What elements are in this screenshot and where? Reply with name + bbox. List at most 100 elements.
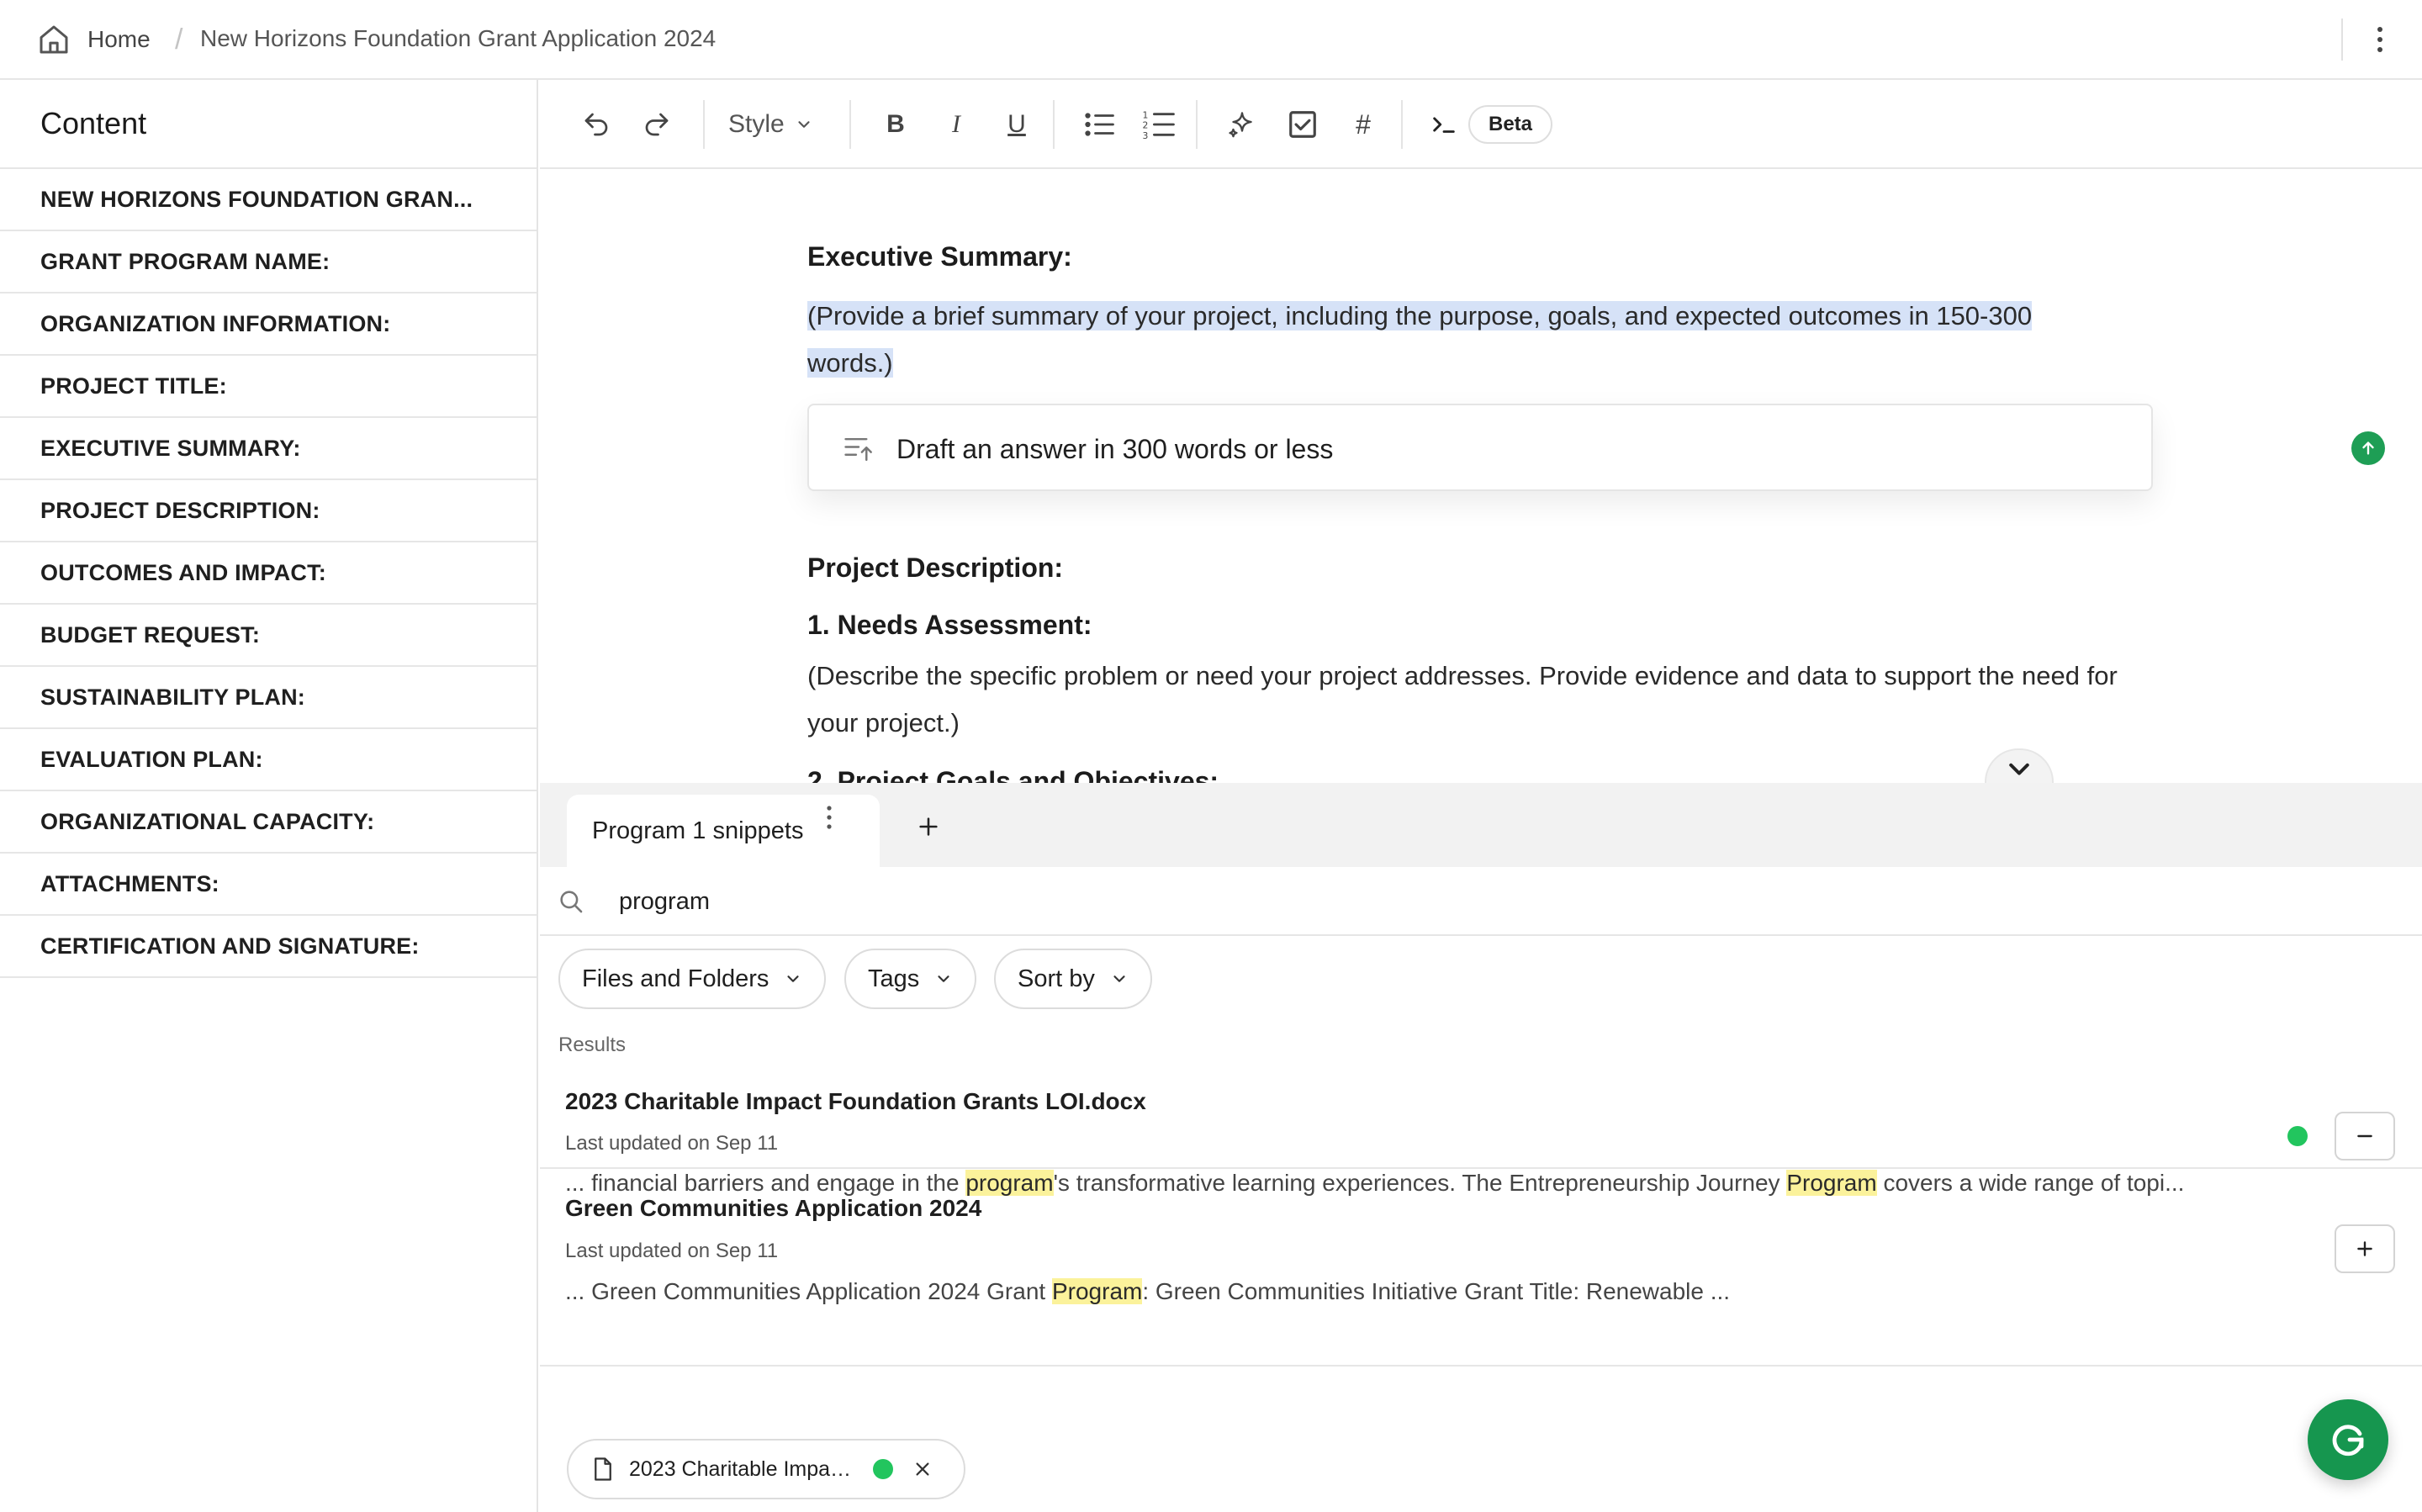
toc-item-organization-information[interactable]: ORGANIZATION INFORMATION: — [0, 293, 537, 356]
document-editor[interactable]: Executive Summary: (Provide a brief summ… — [540, 171, 2422, 783]
tags-filter[interactable]: Tags — [844, 949, 977, 1009]
needs-assessment-text[interactable]: (Describe the specific problem or need y… — [807, 653, 2119, 747]
editor-toolbar: Style B I U 123 # Beta — [540, 80, 2422, 169]
underline-button[interactable]: U — [997, 103, 1036, 145]
toolbar-divider — [1401, 100, 1403, 149]
close-icon[interactable] — [913, 1460, 932, 1478]
filter-label: Files and Folders — [582, 965, 769, 992]
grammarly-assistant-button[interactable] — [2308, 1399, 2388, 1480]
tab-label: Program 1 snippets — [592, 817, 804, 844]
arrow-up-icon — [2362, 441, 2374, 455]
result-item[interactable]: 2023 Charitable Impact Foundation Grants… — [540, 1069, 2422, 1196]
needs-assessment-heading: 1. Needs Assessment: — [807, 610, 1092, 640]
sparkle-icon — [1229, 112, 1252, 138]
project-goals-heading: 2. Project Goals and Objectives: — [807, 766, 1219, 783]
executive-summary-heading: Executive Summary: — [807, 241, 1072, 272]
results-label: Results — [558, 1034, 627, 1056]
selected-text-line1: (Provide a brief summary of your project… — [807, 301, 2033, 330]
undo-button[interactable] — [577, 103, 616, 145]
kebab-menu-icon — [2377, 27, 2382, 52]
redo-button[interactable] — [637, 103, 676, 145]
grammarly-icon — [2332, 1425, 2364, 1456]
chevron-down-icon — [938, 975, 949, 982]
plus-icon — [919, 817, 938, 836]
text-wrap-icon — [844, 437, 872, 462]
remove-snippet-button[interactable] — [2335, 1112, 2395, 1160]
result-snippet: ... Green Communities Application 2024 G… — [565, 1278, 2289, 1305]
ai-prompt-input[interactable] — [896, 427, 2057, 471]
bullet-list-button[interactable] — [1078, 103, 1120, 145]
added-status-dot — [873, 1459, 893, 1479]
ai-prompt-box — [807, 404, 2385, 491]
snippet-search-input[interactable] — [619, 879, 1628, 924]
added-status-dot — [2287, 1126, 2308, 1146]
executive-summary-text[interactable]: (Provide a brief summary of your project… — [807, 293, 2119, 387]
toc-item-certification[interactable]: CERTIFICATION AND SIGNATURE: — [0, 916, 537, 978]
result-title[interactable]: 2023 Charitable Impact Foundation Grants… — [565, 1088, 1146, 1115]
selected-snippet-chip[interactable]: 2023 Charitable Impact Foundation Grants… — [567, 1439, 965, 1499]
tab-options-button[interactable] — [826, 805, 833, 830]
chevron-down-icon — [798, 121, 810, 128]
command-button[interactable] — [1425, 103, 1463, 145]
toc-item-organizational-capacity[interactable]: ORGANIZATIONAL CAPACITY: — [0, 791, 537, 854]
toc-item-sustainability-plan[interactable]: SUSTAINABILITY PLAN: — [0, 667, 537, 729]
numbered-list-button[interactable]: 123 — [1137, 103, 1179, 145]
redo-icon — [645, 113, 669, 136]
snippets-panel: Program 1 snippets Files and Folders Tag… — [540, 783, 2422, 1512]
style-dropdown[interactable]: Style — [728, 103, 813, 145]
add-snippet-button[interactable] — [2335, 1224, 2395, 1273]
toc-item-evaluation-plan[interactable]: EVALUATION PLAN: — [0, 729, 537, 791]
breadcrumb-home-label: Home — [87, 26, 151, 52]
svg-text:1: 1 — [1143, 109, 1149, 120]
terminal-icon — [1433, 117, 1455, 133]
plus-icon — [2357, 1241, 2372, 1256]
hashtag-button[interactable]: # — [1342, 103, 1384, 145]
svg-text:2: 2 — [1143, 120, 1149, 131]
italic-button[interactable]: I — [937, 103, 976, 145]
document-icon — [595, 1457, 611, 1481]
filter-label: Tags — [868, 965, 920, 992]
breadcrumb-home[interactable]: Home — [37, 19, 151, 61]
sidebar-title: Content — [0, 80, 537, 169]
search-icon — [560, 891, 583, 913]
project-description-heading: Project Description: — [807, 552, 1064, 583]
result-updated: Last updated on Sep 11 — [565, 1240, 779, 1262]
ai-send-button[interactable] — [2351, 431, 2385, 465]
sort-by-filter[interactable]: Sort by — [994, 949, 1152, 1009]
beta-badge: Beta — [1468, 105, 1553, 144]
svg-text:3: 3 — [1143, 130, 1149, 141]
chevron-down-icon — [1113, 975, 1125, 982]
ai-assist-button[interactable] — [1221, 103, 1263, 145]
result-item[interactable]: Green Communities Application 2024 Last … — [540, 1169, 2422, 1367]
bold-button[interactable]: B — [876, 103, 915, 145]
toc-item-project-title[interactable]: PROJECT TITLE: — [0, 356, 537, 418]
toc-item-attachments[interactable]: ATTACHMENTS: — [0, 854, 537, 916]
snippets-tabbar: Program 1 snippets — [540, 783, 2422, 867]
undo-icon — [584, 113, 608, 136]
checkbox-button[interactable] — [1282, 103, 1324, 145]
toc-item-grant-program-name[interactable]: GRANT PROGRAM NAME: — [0, 231, 537, 293]
tab-program-snippets[interactable]: Program 1 snippets — [567, 795, 880, 867]
result-updated: Last updated on Sep 11 — [565, 1132, 779, 1155]
toc-item-executive-summary[interactable]: EXECUTIVE SUMMARY: — [0, 418, 537, 480]
top-bar: Home / New Horizons Foundation Grant App… — [0, 0, 2422, 80]
collapse-editor-handle[interactable] — [1985, 748, 2054, 783]
top-bar-divider — [2341, 19, 2343, 61]
toc-item-intro[interactable]: NEW HORIZONS FOUNDATION GRAN... — [0, 169, 537, 231]
files-and-folders-filter[interactable]: Files and Folders — [558, 949, 827, 1009]
toc-item-outcomes-and-impact[interactable]: OUTCOMES AND IMPACT: — [0, 542, 537, 605]
snippet-text: : Green Communities Initiative Grant Tit… — [1142, 1278, 1731, 1304]
breadcrumb-current-page: New Horizons Foundation Grant Applicatio… — [200, 25, 717, 51]
content-sidebar: Content NEW HORIZONS FOUNDATION GRAN... … — [0, 80, 538, 1512]
toc-item-project-description[interactable]: PROJECT DESCRIPTION: — [0, 480, 537, 542]
more-options-button[interactable] — [2363, 19, 2397, 61]
filter-label: Sort by — [1018, 965, 1095, 992]
toc-item-budget-request[interactable]: BUDGET REQUEST: — [0, 605, 537, 667]
snippet-match: Program — [1051, 1278, 1143, 1304]
result-title[interactable]: Green Communities Application 2024 — [565, 1195, 981, 1222]
add-tab-button[interactable] — [910, 808, 947, 845]
numbered-list-icon: 123 — [1143, 109, 1175, 141]
chevron-down-icon — [2009, 763, 2029, 775]
snippet-text: ... Green Communities Application 2024 G… — [565, 1278, 1052, 1304]
style-dropdown-label: Style — [728, 110, 785, 138]
